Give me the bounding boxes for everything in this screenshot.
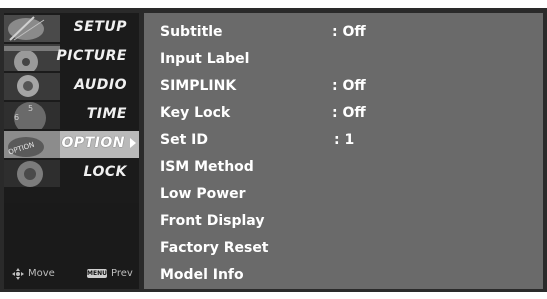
menu-item-value: : 1 xyxy=(334,132,355,148)
menu-item-factory-reset[interactable]: Factory Reset xyxy=(160,236,530,262)
option-dial-icon: OPTION xyxy=(4,131,60,158)
menu-item-value: : Off xyxy=(332,78,366,94)
menu-item-value: : Off xyxy=(332,24,366,40)
menu-item-value: : Off xyxy=(332,105,366,121)
clock-icon: 6 5 xyxy=(4,102,60,129)
menu-item-low-power[interactable]: Low Power xyxy=(160,182,530,208)
svg-text:5: 5 xyxy=(28,104,33,113)
lock-dial-icon xyxy=(4,160,60,187)
menu-item-label: Front Display xyxy=(160,213,265,229)
menu-item-subtitle[interactable]: Subtitle : Off xyxy=(160,20,530,46)
menu-item-key-lock[interactable]: Key Lock : Off xyxy=(160,101,530,127)
menu-item-label: ISM Method xyxy=(160,159,254,175)
menu-item-label: Model Info xyxy=(160,267,244,283)
menu-key-icon: MENU xyxy=(87,269,107,278)
speaker-icon xyxy=(4,73,60,100)
chevron-right-icon xyxy=(130,138,136,148)
sidebar: SETUP PICTURE AUDIO 6 5 TIME OPTION OPTI… xyxy=(4,13,139,289)
sidebar-item-label: LOCK xyxy=(83,164,127,180)
move-arrows-icon xyxy=(12,268,24,280)
menu-item-set-id[interactable]: Set ID : 1 xyxy=(160,128,530,154)
sidebar-item-setup[interactable]: SETUP xyxy=(4,15,139,42)
menu-item-label: Factory Reset xyxy=(160,240,269,256)
menu-item-label: Set ID xyxy=(160,132,208,148)
menu-item-simplink[interactable]: SIMPLINK : Off xyxy=(160,74,530,100)
sidebar-item-time[interactable]: 6 5 TIME xyxy=(4,102,139,129)
svg-text:6: 6 xyxy=(14,113,19,122)
sidebar-item-picture[interactable]: PICTURE xyxy=(4,44,139,71)
sidebar-item-label: SETUP xyxy=(73,19,127,35)
menu-item-label: Low Power xyxy=(160,186,246,202)
menu-item-front-display[interactable]: Front Display xyxy=(160,209,530,235)
top-border xyxy=(0,0,547,5)
menu-item-label: Input Label xyxy=(160,51,250,67)
menu-item-model-info[interactable]: Model Info xyxy=(160,263,530,289)
menu-item-label: Subtitle xyxy=(160,24,223,40)
sidebar-item-label: OPTION xyxy=(61,135,125,151)
film-reel-icon xyxy=(4,44,60,71)
sidebar-item-option[interactable]: OPTION OPTION xyxy=(4,131,139,158)
menu-item-input-label[interactable]: Input Label xyxy=(160,47,530,73)
prev-label: Prev xyxy=(111,268,133,279)
navigation-hint: Move MENU Prev xyxy=(10,267,140,283)
sidebar-item-label: TIME xyxy=(86,106,127,122)
menu-item-label: Key Lock xyxy=(160,105,231,121)
tv-osd-screen: SETUP PICTURE AUDIO 6 5 TIME OPTION OPTI… xyxy=(0,0,547,299)
menu-item-ism-method[interactable]: ISM Method xyxy=(160,155,530,181)
sidebar-item-audio[interactable]: AUDIO xyxy=(4,73,139,100)
sidebar-item-label: PICTURE xyxy=(56,48,127,64)
move-label: Move xyxy=(28,268,55,279)
satellite-dish-icon xyxy=(4,15,60,42)
option-menu-panel: Subtitle : Off Input Label SIMPLINK : Of… xyxy=(144,13,543,289)
sidebar-item-label: AUDIO xyxy=(74,77,127,93)
menu-item-label: SIMPLINK xyxy=(160,78,237,94)
sidebar-item-lock[interactable]: LOCK xyxy=(4,160,139,187)
